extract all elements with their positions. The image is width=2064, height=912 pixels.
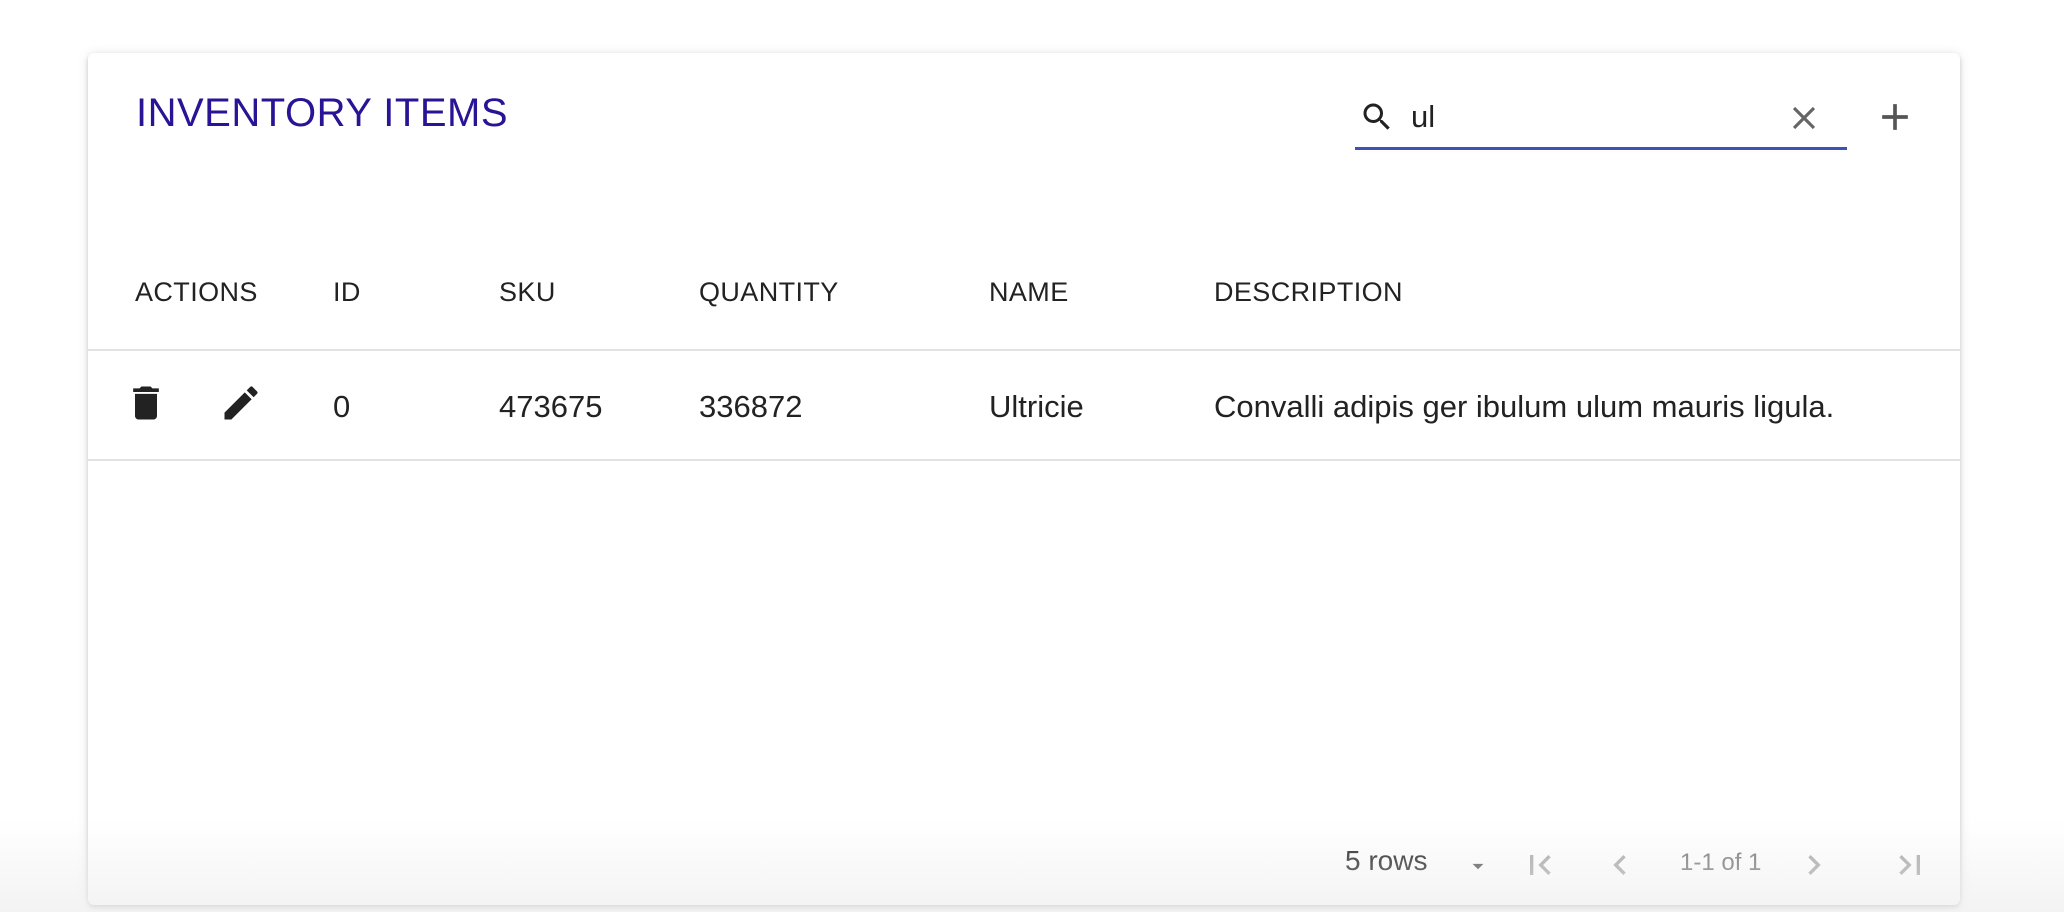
next-page-icon[interactable] — [1794, 845, 1834, 885]
cell-name: Ultricie — [989, 389, 1084, 424]
column-header-quantity[interactable]: QUANTITY — [699, 277, 839, 308]
close-icon[interactable] — [1785, 99, 1823, 137]
previous-page-icon[interactable] — [1600, 845, 1640, 885]
first-page-icon[interactable] — [1520, 845, 1560, 885]
page-title: INVENTORY ITEMS — [136, 91, 509, 135]
inventory-table-card: INVENTORY ITEMS ACTIONS ID SKU QUANTITY … — [88, 53, 1960, 905]
delete-icon[interactable] — [124, 381, 168, 425]
table-row: 0 473675 336872 Ultricie Convalli adipis… — [88, 351, 1960, 461]
table-header: ACTIONS ID SKU QUANTITY NAME DESCRIPTION — [88, 233, 1960, 351]
column-header-description[interactable]: DESCRIPTION — [1214, 277, 1403, 308]
rows-per-page-select[interactable]: 5 rows — [1345, 845, 1484, 885]
column-header-name[interactable]: NAME — [989, 277, 1069, 308]
column-header-actions: ACTIONS — [135, 277, 258, 307]
edit-icon[interactable] — [219, 381, 263, 425]
cell-id: 0 — [333, 389, 351, 424]
column-header-sku[interactable]: SKU — [499, 277, 556, 308]
rows-per-page-value: 5 rows — [1345, 845, 1428, 876]
last-page-icon[interactable] — [1890, 845, 1930, 885]
pagination-bar: 5 rows 1-1 of 1 — [88, 833, 1960, 893]
search-input[interactable] — [1411, 97, 1751, 137]
cell-quantity: 336872 — [699, 389, 803, 424]
cell-sku: 473675 — [499, 389, 603, 424]
plus-icon[interactable] — [1873, 95, 1917, 139]
chevron-down-icon — [1472, 863, 1484, 870]
page-range: 1-1 of 1 — [1680, 849, 1762, 876]
column-header-id[interactable]: ID — [333, 277, 361, 308]
search-field[interactable] — [1355, 91, 1847, 150]
cell-description: Convalli adipis ger ibulum ulum mauris l… — [1214, 389, 1835, 424]
search-icon — [1363, 103, 1390, 130]
